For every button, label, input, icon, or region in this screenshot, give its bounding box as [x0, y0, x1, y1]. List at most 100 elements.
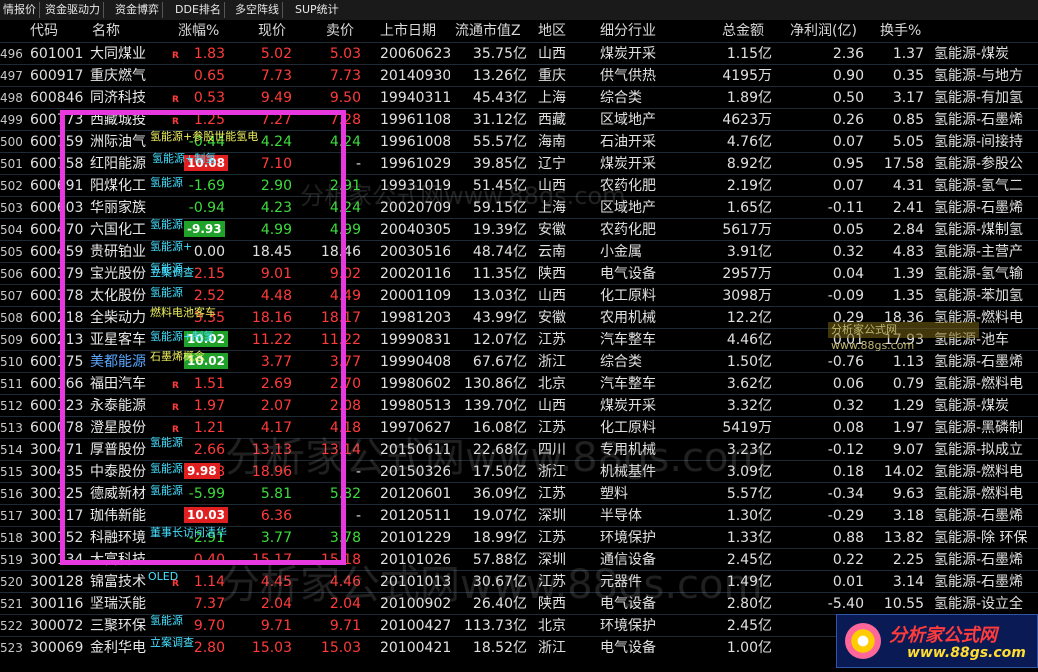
total-amount: 1.65亿 [726, 200, 772, 216]
list-date: 19931019 [380, 178, 450, 194]
total-amount: 3.62亿 [726, 376, 772, 392]
turnover-rate: 10.55 [883, 596, 924, 612]
logo-url: www.88gs.com [907, 645, 1026, 661]
current-price: 15.17 [251, 552, 292, 568]
concept: 氢能源-石墨烯 [934, 574, 1024, 590]
col-price[interactable]: 现价 [258, 22, 298, 40]
stock-code: 600691 [30, 178, 84, 194]
col-mcap[interactable]: 流通市值Z [455, 22, 535, 40]
change-percent: 1.14 [193, 574, 225, 590]
list-date: 20020116 [380, 266, 450, 282]
ask-price: 4.18 [329, 420, 361, 436]
tab-capital-drive[interactable]: 资金驱动力 [42, 2, 104, 18]
margin-trading-marker: R [172, 117, 179, 127]
table-row[interactable]: 511 600166 福田汽车 1.51 2.69 2.70 19980602 130.86亿… [0, 372, 1038, 395]
region: 陕西 [538, 266, 566, 282]
concept: 氢能源-石墨烯 [934, 508, 1024, 524]
col-name[interactable]: 名称 [92, 22, 152, 40]
current-price: 4.23 [260, 200, 292, 216]
list-date: 20030516 [380, 244, 450, 260]
table-row[interactable]: 517 300317 珈伟新能 10.03 6.36 - 20120511 19.07亿深圳 半… [0, 504, 1038, 527]
tab-info[interactable]: 情报价 [0, 2, 40, 18]
tab-long-short[interactable]: 多空阵线 [232, 2, 283, 18]
stock-code: 300317 [30, 508, 84, 524]
list-date: 20100421 [380, 640, 450, 656]
table-row[interactable]: 498 600846 同济科技 0.53 9.49 9.50 19940311 45.43亿上… [0, 86, 1038, 109]
region: 北京 [538, 618, 566, 634]
row-number: 503 [0, 201, 23, 215]
region: 山西 [538, 46, 566, 62]
tab-sup-stats[interactable]: SUP统计 [292, 2, 342, 18]
total-amount: 1.33亿 [726, 530, 772, 546]
table-row[interactable]: 497 600917 重庆燃气 0.65 7.73 7.73 20140930 13.26亿重… [0, 64, 1038, 87]
table-row[interactable]: 521 300116 坚瑞沃能 7.37 2.04 2.04 20100902 26.40亿陕… [0, 592, 1038, 615]
limit-badge: 10.03 [184, 507, 228, 523]
col-list-date[interactable]: 上市日期 [380, 22, 460, 40]
list-date: 20001109 [380, 288, 450, 304]
net-profit: -0.11 [827, 200, 864, 216]
table-row[interactable]: 499 600773 西藏城投 1.25 7.27 7.28 19961108 31.12亿西… [0, 108, 1038, 131]
row-number: 517 [0, 509, 23, 523]
row-number: 515 [0, 465, 23, 479]
ask-price: 9.71 [329, 618, 361, 634]
col-region[interactable]: 地区 [538, 22, 578, 40]
total-amount: 2.45亿 [726, 618, 772, 634]
stock-code: 600603 [30, 200, 84, 216]
ask-price: 4.24 [329, 134, 361, 150]
concept-tag: 氢能源 [150, 484, 183, 497]
col-change[interactable]: 涨幅% [178, 22, 238, 40]
net-profit: 0.50 [832, 90, 864, 106]
side-watermark-tag: 分析家公式网www.88gs.com [828, 322, 979, 352]
stock-code: 600846 [30, 90, 84, 106]
col-turnover[interactable]: 换手% [880, 22, 930, 40]
turnover-rate: 4.83 [892, 244, 924, 260]
change-percent: 1.21 [193, 420, 225, 436]
market-cap: 26.40亿 [472, 596, 527, 612]
region: 江苏 [538, 530, 566, 546]
ask-price: 2.08 [329, 398, 361, 414]
net-profit: 0.88 [832, 530, 864, 546]
industry: 专用机械 [600, 442, 656, 458]
current-price: 7.10 [260, 156, 292, 172]
region: 浙江 [538, 354, 566, 370]
col-ask[interactable]: 卖价 [326, 22, 366, 40]
market-cap: 12.07亿 [472, 332, 527, 348]
concept: 氢能源-主营产 [934, 244, 1024, 260]
industry: 汽车整车 [600, 376, 656, 392]
change-percent: 0.40 [193, 552, 225, 568]
stock-name: 永泰能源 [90, 398, 146, 414]
col-amount[interactable]: 总金额 [722, 22, 772, 40]
market-cap: 18.99亿 [472, 530, 527, 546]
region: 西藏 [538, 112, 566, 128]
current-price: 9.71 [260, 618, 292, 634]
market-cap: 59.15亿 [472, 200, 527, 216]
concept: 氢能源-煤炭 [934, 46, 1010, 62]
region: 浙江 [538, 640, 566, 656]
stock-name: 亚星客车 [90, 332, 146, 348]
market-cap: 13.03亿 [472, 288, 527, 304]
ask-price: 9.50 [329, 90, 361, 106]
region: 云南 [538, 244, 566, 260]
row-number: 506 [0, 267, 23, 281]
table-row[interactable]: 519 300134 大富科技 0.40 15.17 15.18 20101026 57.88… [0, 548, 1038, 571]
col-industry[interactable]: 细分行业 [600, 22, 670, 40]
row-number: 514 [0, 443, 23, 457]
net-profit: 2.36 [832, 46, 864, 62]
tab-capital-game[interactable]: 资金博弈 [112, 2, 163, 18]
current-price: 3.77 [260, 530, 292, 546]
industry: 元器件 [600, 574, 642, 590]
col-code[interactable]: 代码 [30, 22, 70, 40]
ask-price: 2.91 [329, 178, 361, 194]
concept-tag: 氢能源 [150, 436, 183, 449]
table-row[interactable]: 503 600603 华丽家族 -0.94 4.23 4.24 20020709 59.15亿… [0, 196, 1038, 219]
net-profit: -0.34 [827, 486, 864, 502]
net-profit: 0.26 [832, 112, 864, 128]
col-profit[interactable]: 净利润(亿) [790, 22, 870, 40]
concept: 氢能源-燃料电 [934, 376, 1024, 392]
tab-dde-rank[interactable]: DDE排名 [172, 2, 225, 18]
stock-name: 科融环境 [90, 530, 146, 546]
table-row[interactable]: 496 601001 大同煤业 1.83 5.02 5.03 20060623 35.75亿山… [0, 42, 1038, 65]
net-profit: -0.29 [827, 508, 864, 524]
industry: 石油开采 [600, 134, 656, 150]
table-row[interactable]: 512 600123 永泰能源 1.97 2.07 2.08 19980513 139.70亿… [0, 394, 1038, 417]
